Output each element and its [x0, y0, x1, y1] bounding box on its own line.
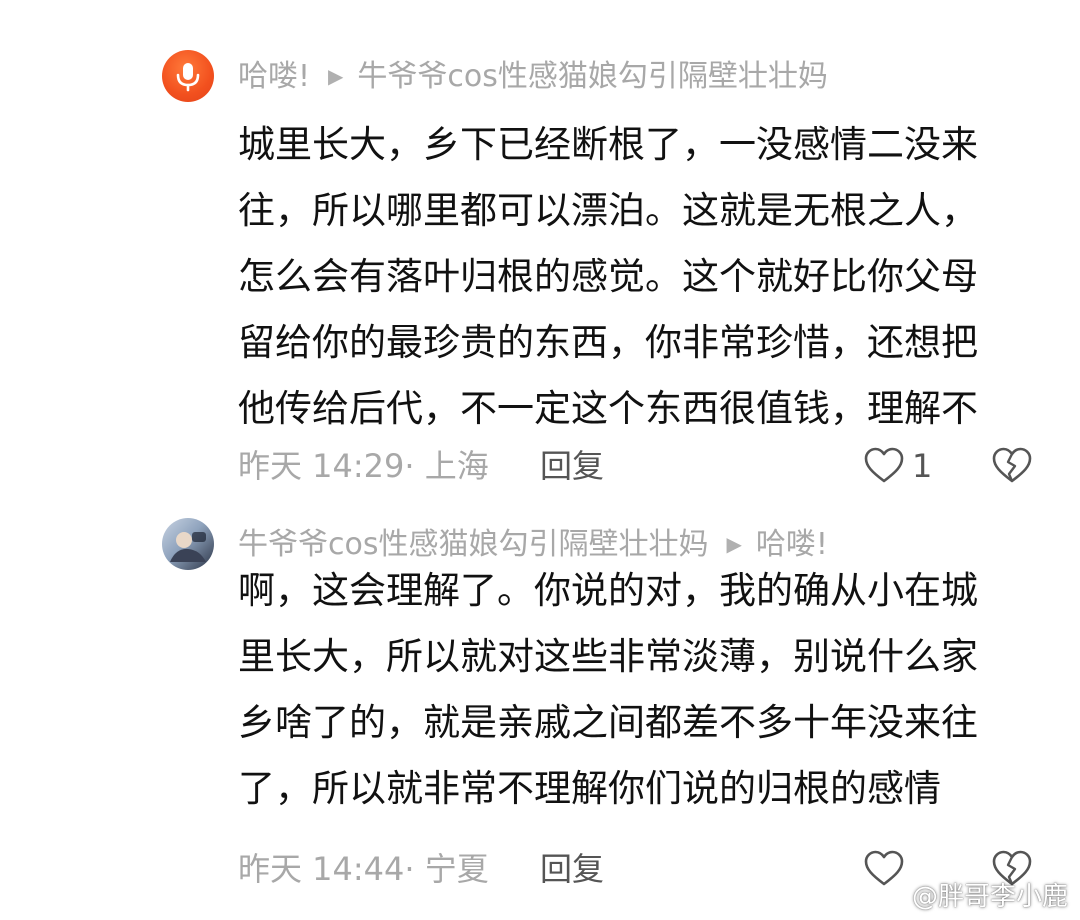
comment-meta: 昨天 14:29· 上海 — [238, 447, 489, 485]
comment-text-line: 里长大，所以就对这些非常淡薄，别说什么家 — [238, 635, 978, 678]
author-name[interactable]: 牛爷爷cos性感猫娘勾引隔壁壮壮妈 — [238, 527, 708, 562]
broken-heart-icon[interactable] — [990, 444, 1034, 488]
reply-to-name[interactable]: 牛爷爷cos性感猫娘勾引隔壁壮壮妈 — [357, 59, 827, 94]
watermark-text: @胖哥李小鹿 — [911, 882, 1068, 912]
reply-arrow-icon: ▶ — [328, 64, 344, 88]
comment-author-line: 哈喽! ▶ 牛爷爷cos性感猫娘勾引隔壁壮壮妈 — [238, 56, 828, 96]
comment-meta: 昨天 14:44· 宁夏 — [238, 850, 489, 888]
comment-text-line: 城里长大，乡下已经断根了，一没感情二没来 — [238, 123, 978, 166]
comment-text-line: 往，所以哪里都可以漂泊。这就是无根之人， — [238, 189, 978, 232]
reply-button[interactable]: 回复 — [540, 846, 604, 892]
user-photo — [170, 532, 206, 562]
comment-text: 啊，这会理解了。你说的对，我的确从小在城 里长大，所以就对这些非常淡薄，别说什么… — [238, 558, 1038, 822]
weibo-icon — [872, 884, 904, 908]
comment-text-line: 留给你的最珍贵的东西，你非常珍惜，还想把 — [238, 321, 978, 364]
comment-text-line: 了，所以就非常不理解你们说的归根的感情 — [238, 767, 941, 810]
comment-text-line: 怎么会有落叶归根的感觉。这个就好比你父母 — [238, 255, 978, 298]
reply-to-name[interactable]: 哈喽! — [756, 527, 828, 562]
comment-text: 城里长大，乡下已经断根了，一没感情二没来 往，所以哪里都可以漂泊。这就是无根之人… — [238, 112, 1038, 442]
microphone-icon — [176, 63, 200, 92]
watermark: @胖哥李小鹿 — [872, 880, 1068, 914]
like-count: 1 — [912, 447, 933, 485]
comment-text-line: 乡啥了的，就是亲戚之间都差不多十年没来往 — [238, 701, 978, 744]
comment-text-line: 他传给后代，不一定这个东西很值钱，理解不 — [238, 387, 978, 430]
author-name[interactable]: 哈喽! — [238, 59, 310, 94]
avatar[interactable] — [162, 518, 214, 570]
avatar[interactable] — [162, 50, 214, 102]
heart-icon[interactable] — [862, 444, 906, 488]
reply-button[interactable]: 回复 — [540, 443, 604, 489]
comment-text-line: 啊，这会理解了。你说的对，我的确从小在城 — [238, 569, 978, 612]
